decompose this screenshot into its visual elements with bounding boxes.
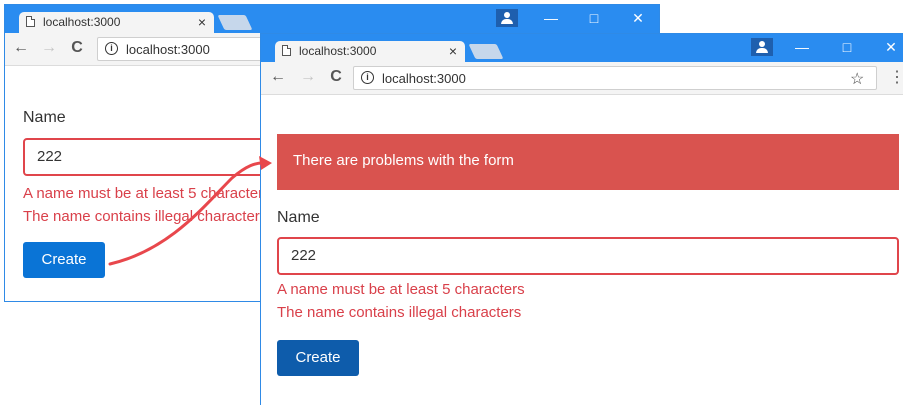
tab-localhost[interactable]: localhost:3000 ×: [275, 41, 465, 62]
title-bar: localhost:3000 × — □ ✕: [5, 5, 659, 33]
info-icon[interactable]: i: [361, 71, 374, 84]
error-illegal-chars: The name contains illegal characters: [277, 304, 522, 321]
url-text: localhost:3000: [382, 71, 466, 86]
name-label: Name: [23, 109, 66, 126]
name-label: Name: [277, 209, 320, 226]
maximize-icon[interactable]: □: [580, 9, 608, 27]
create-button[interactable]: Create: [277, 340, 359, 376]
page-content: There are problems with the form Name 22…: [261, 95, 903, 405]
new-tab-button[interactable]: [217, 15, 253, 30]
back-icon[interactable]: ←: [268, 68, 288, 86]
tab-title: localhost:3000: [299, 44, 377, 58]
close-window-icon[interactable]: ✕: [624, 9, 652, 27]
star-icon[interactable]: ☆: [850, 69, 864, 89]
close-window-icon[interactable]: ✕: [877, 38, 903, 56]
browser-toolbar: ← → C i localhost:3000 ☆ ⋮: [261, 62, 903, 95]
user-badge-icon[interactable]: [496, 9, 518, 27]
reload-icon[interactable]: C: [326, 68, 346, 86]
info-icon[interactable]: i: [105, 42, 118, 55]
minimize-icon[interactable]: —: [788, 38, 816, 56]
close-tab-icon[interactable]: ×: [449, 43, 457, 59]
title-bar: localhost:3000 × — □ ✕: [261, 34, 903, 62]
create-button[interactable]: Create: [23, 242, 105, 278]
reload-icon[interactable]: C: [67, 39, 87, 57]
page-icon: [282, 45, 291, 56]
name-input[interactable]: 222: [277, 237, 899, 275]
browser-window-front: localhost:3000 × — □ ✕ ← → C i localhost…: [260, 33, 903, 405]
error-illegal-chars: The name contains illegal characters: [23, 208, 268, 225]
error-alert: There are problems with the form: [277, 134, 899, 190]
tab-localhost[interactable]: localhost:3000 ×: [19, 12, 214, 33]
tab-title: localhost:3000: [43, 15, 121, 29]
error-min-length: A name must be at least 5 characters: [23, 185, 271, 202]
page-icon: [26, 16, 35, 27]
error-min-length: A name must be at least 5 characters: [277, 281, 525, 298]
new-tab-button[interactable]: [468, 44, 504, 59]
forward-icon[interactable]: →: [298, 68, 318, 86]
address-bar[interactable]: i localhost:3000 ☆: [353, 66, 877, 90]
menu-icon[interactable]: ⋮: [889, 67, 903, 87]
forward-icon[interactable]: →: [39, 39, 59, 57]
minimize-icon[interactable]: —: [537, 9, 565, 27]
url-text: localhost:3000: [126, 42, 210, 57]
maximize-icon[interactable]: □: [833, 38, 861, 56]
user-badge-icon[interactable]: [751, 38, 773, 56]
close-tab-icon[interactable]: ×: [198, 14, 206, 30]
back-icon[interactable]: ←: [11, 39, 31, 57]
